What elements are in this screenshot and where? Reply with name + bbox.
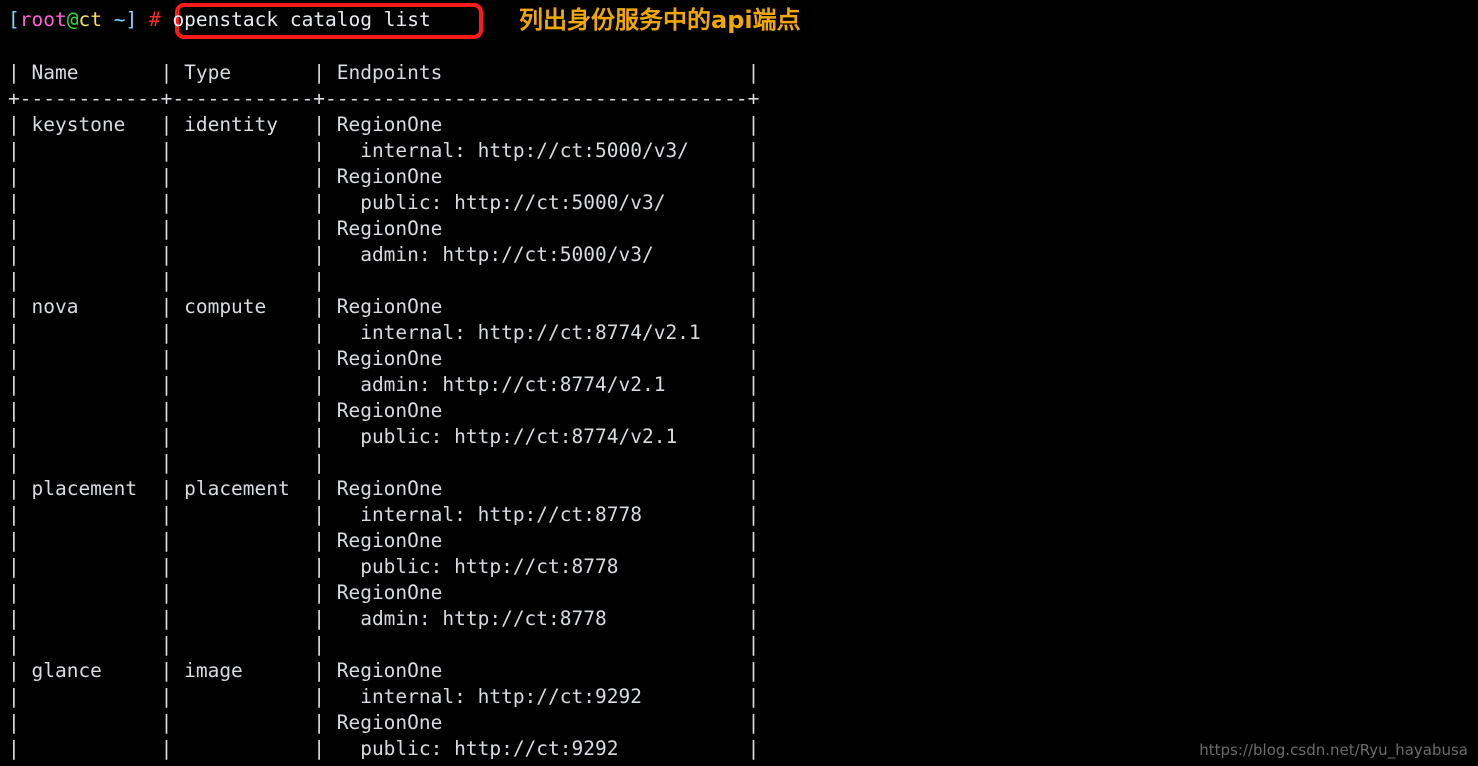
table-row: | | | RegionOne | [8, 399, 760, 422]
table-row: | | | | [8, 269, 760, 292]
prompt-working-dir: ~ [101, 8, 126, 31]
table-row: | | | admin: http://ct:5000/v3/ | [8, 243, 760, 266]
table-separator-row: +------------+------------+-------------… [8, 87, 760, 110]
table-row: | | | admin: http://ct:8778 | [8, 607, 760, 630]
prompt-at-sign: @ [66, 8, 79, 31]
table-row: | | | RegionOne | [8, 711, 760, 734]
command-text[interactable]: openstack catalog list [172, 8, 430, 31]
annotation-label: 列出身份服务中的api端点 [519, 6, 801, 34]
table-row: | glance | image | RegionOne | [8, 659, 760, 682]
table-row: | | | RegionOne | [8, 347, 760, 370]
table-row: | | | RegionOne | [8, 581, 760, 604]
prompt-user: root [19, 8, 67, 31]
table-row: | | | RegionOne | [8, 165, 760, 188]
prompt-spacer-2 [161, 8, 173, 31]
prompt-hash-symbol: # [148, 8, 161, 31]
shell-prompt-line: [root@ct ~] # openstack catalog list [8, 5, 431, 35]
table-row: | | | internal: http://ct:9292 | [8, 685, 760, 708]
table-row: | | | | [8, 451, 760, 474]
terminal-window[interactable]: [root@ct ~] # openstack catalog list 列出身… [0, 0, 1478, 766]
watermark-url: https://blog.csdn.net/Ryu_hayabusa [1199, 741, 1468, 759]
table-row: | | | public: http://ct:8778 | [8, 555, 760, 578]
table-row: | | | RegionOne | [8, 529, 760, 552]
table-row: | | | internal: http://ct:5000/v3/ | [8, 139, 760, 162]
prompt-hostname: ct [78, 8, 102, 31]
table-row: | | | internal: http://ct:8778 | [8, 503, 760, 526]
table-row: | | | | [8, 762, 759, 766]
table-row: | placement | placement | RegionOne | [8, 477, 760, 500]
table-row: | | | admin: http://ct:8774/v2.1 | [8, 373, 760, 396]
prompt-spacer [137, 8, 149, 31]
table-header-row: | Name | Type | Endpoints | [8, 61, 760, 84]
table-row: | | | public: http://ct:5000/v3/ | [8, 191, 760, 214]
table-row: | | | internal: http://ct:8774/v2.1 | [8, 321, 760, 344]
catalog-table: | Name | Type | Endpoints | +------------… [8, 60, 759, 766]
table-row: | | | public: http://ct:8774/v2.1 | [8, 425, 760, 448]
table-row: | nova | compute | RegionOne | [8, 295, 760, 318]
table-row: | | | RegionOne | [8, 217, 760, 240]
prompt-open-bracket: [ [8, 8, 20, 31]
table-row: | keystone | identity | RegionOne | [8, 113, 760, 136]
prompt-close-bracket: ] [125, 8, 138, 31]
table-row: | | | | [8, 633, 760, 656]
table-row: | | | public: http://ct:9292 | [8, 737, 760, 760]
